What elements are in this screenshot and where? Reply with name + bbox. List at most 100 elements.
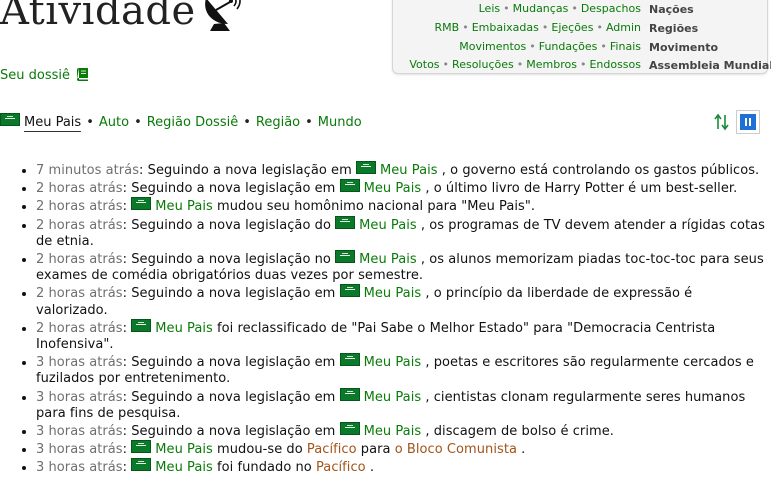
nav-link-votos[interactable]: Votos <box>409 58 439 71</box>
filter-my-nation[interactable]: Meu Pais <box>0 113 82 132</box>
nav-link-endossos[interactable]: Endossos <box>589 58 641 71</box>
nation-link[interactable]: Meu Pais <box>339 387 422 405</box>
list-item: 3 horas atrás: Seguindo a nova legislaçã… <box>36 353 768 387</box>
dossier-link-label[interactable]: Seu dossiê <box>0 68 70 83</box>
event-text: Seguindo a nova legislação no <box>131 252 331 268</box>
nation-link-label[interactable]: Meu Pais <box>359 252 417 267</box>
list-item: 2 horas atrás: Seguindo a nova legislaçã… <box>36 250 768 284</box>
nation-link[interactable]: Meu Pais <box>131 318 213 336</box>
nation-flag-icon <box>339 179 360 193</box>
region-link[interactable]: Pacífico <box>307 442 357 457</box>
sort-arrows-icon[interactable] <box>714 113 730 131</box>
nav-menu-box: Leis • Mudanças • Despachos Nações RMB • Embai… <box>392 0 771 74</box>
filter-world[interactable]: Mundo <box>318 115 362 130</box>
list-item: 3 horas atrás: Meu Pais foi fundado no P… <box>36 458 768 476</box>
nav-link-rmb[interactable]: RMB <box>435 21 460 34</box>
timestamp: 3 horas atrás <box>36 355 123 371</box>
nation-flag-icon <box>335 215 356 229</box>
nav-label-regions[interactable]: Regiões <box>649 22 698 35</box>
nation-flag-icon <box>131 458 152 472</box>
nation-link[interactable]: Meu Pais <box>131 458 213 475</box>
timestamp: 7 minutos atrás <box>36 163 140 178</box>
pause-button[interactable] <box>736 110 760 134</box>
nation-link[interactable]: Meu Pais <box>131 197 213 214</box>
nation-link-label[interactable]: Meu Pais <box>364 390 422 405</box>
nav-link-fundacoes[interactable]: Fundações <box>539 40 598 53</box>
nation-link-label[interactable]: Meu Pais <box>359 218 417 233</box>
event-text: Seguindo a nova legislação em <box>131 424 336 440</box>
nation-link-label[interactable]: Meu Pais <box>155 199 213 214</box>
nav-row-world-assembly: Votos • Resoluções • Membros • Endossos <box>409 58 641 71</box>
nation-flag-icon <box>339 387 360 401</box>
filter-region-dossier[interactable]: Região Dossiê <box>147 115 238 130</box>
nation-link-label[interactable]: Meu Pais <box>155 442 213 457</box>
nation-link-label[interactable]: Meu Pais <box>364 424 422 439</box>
nav-row-movement: Movimentos • Fundações • Finais <box>459 40 641 53</box>
nation-link[interactable]: Meu Pais <box>335 250 417 267</box>
event-text: , discagem de bolso é crime. <box>425 424 614 440</box>
nation-flag-icon <box>131 440 152 454</box>
filter-auto[interactable]: Auto <box>99 115 129 130</box>
nav-row-regions: RMB • Embaixadas • Ejeções • Admin <box>434 21 641 34</box>
dossier-link[interactable]: Seu dossiê <box>0 67 90 83</box>
page-title: Atividade <box>0 0 196 34</box>
nation-link[interactable]: Meu Pais <box>339 422 422 439</box>
event-text: para <box>360 442 391 458</box>
nav-label-world-assembly[interactable]: Assembleia Mundial <box>649 59 771 72</box>
list-item: 2 horas atrás: Seguindo a nova legislaçã… <box>36 215 768 250</box>
nation-link-label[interactable]: Meu Pais <box>155 321 213 336</box>
timestamp: 2 horas atrás <box>36 217 123 233</box>
event-text: Seguindo a nova legislação do <box>131 217 331 233</box>
event-text: Seguindo a nova legislação em <box>131 355 336 371</box>
nav-link-despachos[interactable]: Despachos <box>581 2 641 15</box>
nation-link[interactable]: Meu Pais <box>355 161 438 178</box>
nav-link-embaixadas[interactable]: Embaixadas <box>472 21 539 34</box>
nation-link-label[interactable]: Meu Pais <box>380 163 438 178</box>
nation-link-label[interactable]: Meu Pais <box>155 460 213 475</box>
list-item: 3 horas atrás: Seguindo a nova legislaçã… <box>36 387 768 422</box>
nav-link-mudancas[interactable]: Mudanças <box>513 2 569 15</box>
timestamp: 2 horas atrás <box>36 199 123 215</box>
list-item: 2 horas atrás: Meu Pais foi reclassifica… <box>36 318 768 353</box>
nation-link-label[interactable]: Meu Pais <box>364 286 422 301</box>
event-text: Seguindo a nova legislação em <box>147 163 352 178</box>
event-text: mudou seu homônimo nacional para "Meu Pa… <box>217 199 536 215</box>
nav-link-membros[interactable]: Membros <box>526 58 577 71</box>
nav-link-resolucoes[interactable]: Resoluções <box>452 58 514 71</box>
nation-link[interactable]: Meu Pais <box>339 179 422 196</box>
nav-link-ejecoes[interactable]: Ejeções <box>551 21 593 34</box>
nation-flag-icon <box>355 161 376 174</box>
list-item: 3 horas atrás: Seguindo a nova legislaçã… <box>36 422 768 440</box>
event-text: foi fundado no <box>217 460 312 476</box>
event-text: , o governo está controlando os gastos p… <box>441 163 760 178</box>
timestamp: 2 horas atrás <box>36 320 123 336</box>
event-text: mudou-se do <box>217 442 303 458</box>
nation-flag-icon <box>335 250 356 264</box>
nation-link[interactable]: Meu Pais <box>339 284 422 301</box>
filter-region[interactable]: Região <box>256 115 300 130</box>
timestamp: 2 horas atrás <box>36 181 123 197</box>
timestamp: 3 horas atrás <box>36 424 123 440</box>
event-text: Seguindo a nova legislação em <box>131 389 336 405</box>
filter-my-nation-label[interactable]: Meu Pais <box>24 115 82 132</box>
nation-flag-icon <box>339 422 360 436</box>
event-text: Seguindo a nova legislação em <box>131 181 336 197</box>
nation-link[interactable]: Meu Pais <box>335 215 417 233</box>
region-link[interactable]: Pacífico <box>316 460 366 475</box>
nav-label-movement[interactable]: Movimento <box>649 41 718 54</box>
book-icon <box>77 68 89 81</box>
nation-link-label[interactable]: Meu Pais <box>364 181 422 196</box>
nation-link-label[interactable]: Meu Pais <box>364 355 422 370</box>
nav-link-movimentos[interactable]: Movimentos <box>459 40 526 53</box>
nation-link[interactable]: Meu Pais <box>131 440 213 457</box>
nav-label-nations[interactable]: Nações <box>649 3 694 16</box>
nav-link-finais[interactable]: Finais <box>610 40 641 53</box>
region-link[interactable]: o Bloco Comunista <box>395 442 517 457</box>
nation-link[interactable]: Meu Pais <box>339 353 422 370</box>
timestamp: 3 horas atrás <box>36 460 123 476</box>
nation-flag-icon <box>339 353 360 367</box>
pause-icon <box>740 114 756 130</box>
nation-flag-icon <box>0 113 20 126</box>
nav-link-leis[interactable]: Leis <box>479 2 501 15</box>
nav-link-admin[interactable]: Admin <box>606 21 641 34</box>
